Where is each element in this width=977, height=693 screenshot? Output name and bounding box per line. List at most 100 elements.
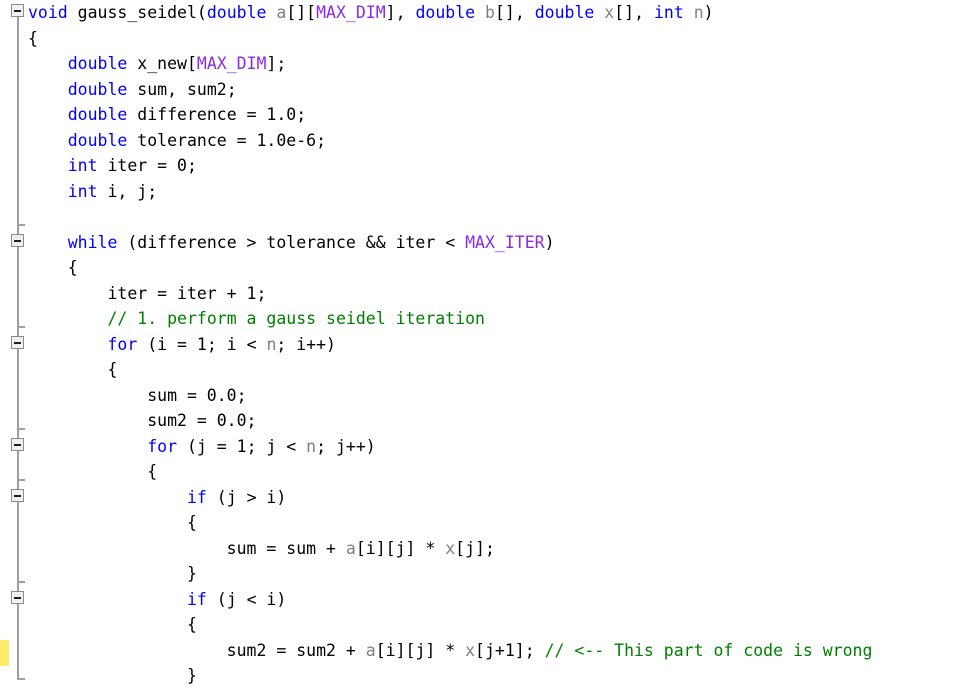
code-line[interactable]: double x_new[MAX_DIM]; [28,51,977,77]
code-token: { [28,513,197,532]
code-token: int [653,3,684,22]
code-token: MAX_DIM [196,54,267,73]
code-token: { [28,462,158,481]
code-token: for [147,436,178,456]
code-token: int [67,156,98,175]
code-line[interactable]: while (difference > tolerance && iter < … [28,230,977,256]
code-token: MAX_ITER [465,232,545,252]
code-token: if [186,589,207,609]
code-token: x [465,640,476,660]
code-text-area[interactable]: void gauss_seidel(double a[][MAX_DIM], d… [28,0,977,693]
change-marker-strip [0,0,9,693]
code-token: sum2 = 0.0; [28,411,257,430]
code-line[interactable]: } [28,561,977,587]
code-token: } [28,564,197,583]
code-line[interactable]: { [28,255,977,281]
code-line[interactable]: { [28,357,977,383]
code-line[interactable]: double difference = 1.0; [28,102,977,128]
code-line[interactable]: sum = 0.0; [28,383,977,409]
code-token: (j < i) [206,589,287,609]
code-line[interactable]: sum2 = sum2 + a[i][j] * x[j+1]; // <-- T… [28,638,977,664]
code-line[interactable]: { [28,612,977,638]
code-line[interactable] [28,204,977,230]
code-token: while [67,232,118,252]
code-token: [], [614,3,654,22]
code-token: iter = 0; [97,156,197,175]
code-line[interactable]: iter = iter + 1; [28,281,977,307]
code-token: sum2 = sum2 + [28,640,366,660]
code-token: double [67,105,128,124]
fold-if-j-gt-i-toggle[interactable] [11,489,24,502]
code-token: int [67,181,98,201]
code-token: (j = 1; j < [177,436,307,456]
fold-branch-tick [17,581,25,583]
folding-gutter[interactable] [9,0,28,693]
code-line[interactable]: int iter = 0; [28,153,977,179]
code-line[interactable]: if (j > i) [28,485,977,511]
code-token: sum = sum + [28,538,346,558]
change-marker-sum2-line[interactable] [0,640,9,666]
fold-for-i-toggle[interactable] [11,336,24,349]
fold-branch-tick [17,326,25,328]
code-token: i, j; [97,181,158,201]
code-token: sum, sum2; [127,79,237,99]
code-token: double [415,3,476,22]
code-line[interactable]: { [28,26,977,52]
code-token: a [365,640,376,660]
code-line[interactable]: double sum, sum2; [28,77,977,103]
code-token: [][ [286,3,317,22]
code-token: a [345,538,356,558]
code-token: // <-- This part of code is wrong [544,640,873,660]
code-token: n [693,3,704,22]
code-token: } [28,666,197,685]
code-line[interactable]: // 1. perform a gauss seidel iteration [28,306,977,332]
code-token: (i = 1; i < [137,334,267,354]
code-token: [j]; [455,538,495,558]
code-token: ], [385,3,416,22]
code-line[interactable]: int i, j; [28,179,977,205]
code-token: sum = 0.0; [28,385,247,405]
code-token: ) [703,3,714,22]
code-line[interactable]: if (j < i) [28,587,977,613]
code-line[interactable]: sum = sum + a[i][j] * x[j]; [28,536,977,562]
code-token: gauss_seidel( [67,3,207,22]
code-token: [j+1]; [475,640,545,660]
code-token: { [28,615,197,634]
code-line[interactable]: for (i = 1; i < n; i++) [28,332,977,358]
fold-if-j-lt-i-toggle[interactable] [11,591,24,604]
code-line[interactable]: { [28,510,977,536]
code-token: double [67,130,128,150]
fold-function-toggle[interactable] [11,4,24,17]
code-line[interactable]: sum2 = 0.0; [28,408,977,434]
code-token: if [186,487,207,507]
code-token: x [604,3,615,22]
code-token: double [67,79,128,99]
code-token: [], [494,3,535,22]
code-line[interactable]: void gauss_seidel(double a[][MAX_DIM], d… [28,0,977,26]
fold-for-j-toggle[interactable] [11,438,24,451]
code-line[interactable]: for (j = 1; j < n; j++) [28,434,977,460]
code-token: ) [544,232,555,252]
code-line[interactable]: { [28,459,977,485]
fold-end-foot [17,678,25,680]
code-editor[interactable]: void gauss_seidel(double a[][MAX_DIM], d… [0,0,977,693]
code-token: [i][j] * [375,640,466,660]
code-line[interactable]: double tolerance = 1.0e-6; [28,128,977,154]
code-token: { [28,258,78,277]
fold-while-toggle[interactable] [11,234,24,247]
fold-branch-tick [17,224,25,226]
code-line[interactable]: } [28,663,977,689]
code-token: x_new[ [127,54,197,73]
